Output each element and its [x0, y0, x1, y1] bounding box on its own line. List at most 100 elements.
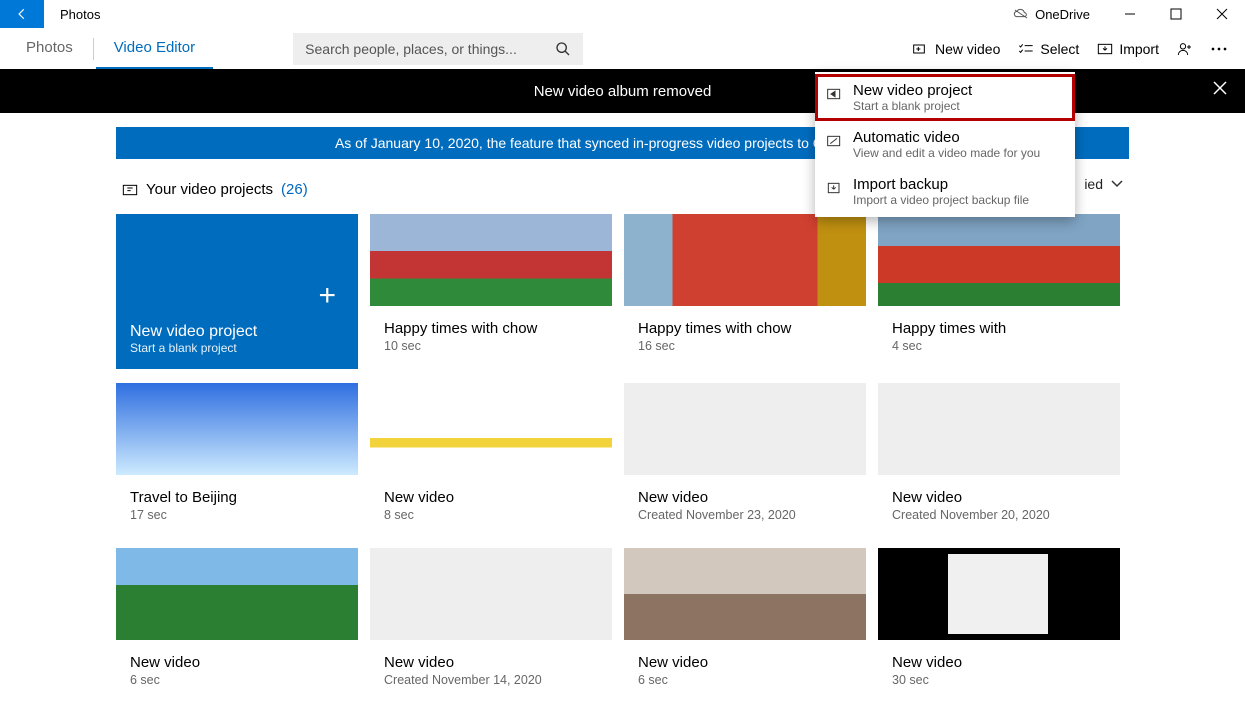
flyout-item-sub: Import a video project backup file: [853, 193, 1029, 207]
project-card[interactable]: New video Created November 23, 2020: [624, 383, 866, 534]
project-card[interactable]: Happy times with chow 16 sec: [624, 214, 866, 369]
chevron-down-icon: [1109, 176, 1125, 192]
card-subtitle: 17 sec: [130, 508, 344, 522]
flyout-item-sub: Start a blank project: [853, 99, 972, 113]
card-subtitle: 6 sec: [130, 673, 344, 687]
sort-label-tail: ied: [1084, 176, 1103, 192]
more-button[interactable]: [1211, 41, 1227, 57]
wand-icon: [827, 133, 843, 149]
import-button[interactable]: Import: [1097, 41, 1159, 57]
flyout-item-title: New video project: [853, 82, 972, 99]
search-icon: [555, 41, 571, 57]
thumbnail: [116, 548, 358, 640]
onedrive-status[interactable]: OneDrive: [1013, 6, 1090, 22]
card-title: New video: [384, 654, 598, 671]
import-file-icon: [827, 180, 843, 196]
person-plus-icon: [1177, 41, 1193, 57]
thumbnail: [624, 383, 866, 475]
onedrive-label: OneDrive: [1035, 7, 1090, 22]
card-title: Happy times with chow: [638, 320, 852, 337]
new-video-flyout: New video projectStart a blank project A…: [815, 72, 1075, 217]
card-title: New video: [384, 489, 598, 506]
search-input[interactable]: Search people, places, or things...: [293, 33, 583, 65]
card-subtitle: 4 sec: [892, 339, 1106, 353]
app-title: Photos: [60, 7, 100, 22]
flyout-item-sub: View and edit a video made for you: [853, 146, 1040, 160]
project-card[interactable]: New video 30 sec: [878, 548, 1120, 699]
card-subtitle: 30 sec: [892, 673, 1106, 687]
project-count: (26): [281, 181, 308, 198]
select-label: Select: [1040, 41, 1079, 57]
thumbnail: [370, 214, 612, 306]
card-subtitle: 6 sec: [638, 673, 852, 687]
project-card[interactable]: New video 8 sec: [370, 383, 612, 534]
card-subtitle: Created November 14, 2020: [384, 673, 598, 687]
notification-text: New video album removed: [534, 83, 712, 100]
notification-close[interactable]: [1213, 81, 1227, 99]
project-card[interactable]: Happy times with chow 10 sec: [370, 214, 612, 369]
thumbnail: [370, 383, 612, 475]
card-subtitle: 10 sec: [384, 339, 598, 353]
np-sub: Start a blank project: [130, 341, 344, 355]
card-title: Travel to Beijing: [130, 489, 344, 506]
project-card[interactable]: New video 6 sec: [116, 548, 358, 699]
project-card[interactable]: Happy times with 4 sec: [878, 214, 1120, 369]
project-grid: New video project Start a blank project …: [116, 214, 1129, 699]
new-project-tile[interactable]: New video project Start a blank project …: [116, 214, 358, 369]
tab-video-editor[interactable]: Video Editor: [96, 29, 213, 69]
cloud-off-icon: [1013, 6, 1029, 22]
thumbnail: [624, 214, 866, 306]
flyout-item-title: Automatic video: [853, 129, 1040, 146]
import-icon: [1097, 41, 1113, 57]
flyout-item-title: Import backup: [853, 176, 1029, 193]
close-button[interactable]: [1199, 0, 1245, 28]
back-button[interactable]: [0, 0, 44, 28]
project-card[interactable]: New video Created November 14, 2020: [370, 548, 612, 699]
tabs: Photos Video Editor: [8, 28, 213, 69]
card-title: New video: [892, 489, 1106, 506]
maximize-button[interactable]: [1153, 0, 1199, 28]
thumbnail: [370, 548, 612, 640]
card-title: New video: [638, 654, 852, 671]
card-title: New video: [892, 654, 1106, 671]
card-subtitle: 8 sec: [384, 508, 598, 522]
card-subtitle: 16 sec: [638, 339, 852, 353]
card-title: New video: [638, 489, 852, 506]
card-subtitle: Created November 23, 2020: [638, 508, 852, 522]
new-video-button[interactable]: New video: [913, 41, 1000, 57]
video-icon: [827, 86, 843, 102]
minimize-button[interactable]: [1107, 0, 1153, 28]
checklist-icon: [1018, 41, 1034, 57]
thumbnail: [116, 383, 358, 475]
plus-icon: +: [318, 279, 336, 313]
flyout-automatic-video[interactable]: Automatic videoView and edit a video mad…: [815, 121, 1075, 168]
video-plus-icon: [913, 41, 929, 57]
project-card[interactable]: New video 6 sec: [624, 548, 866, 699]
thumbnail: [878, 383, 1120, 475]
title-bar: Photos OneDrive: [0, 0, 1245, 28]
section-title: Your video projects: [146, 181, 273, 198]
tab-photos[interactable]: Photos: [8, 29, 91, 69]
flyout-new-video-project[interactable]: New video projectStart a blank project: [815, 74, 1075, 121]
import-label: Import: [1119, 41, 1159, 57]
project-card[interactable]: Travel to Beijing 17 sec: [116, 383, 358, 534]
card-title: Happy times with: [892, 320, 1106, 337]
project-card[interactable]: New video Created November 20, 2020: [878, 383, 1120, 534]
projects-icon: [122, 182, 138, 198]
ellipsis-icon: [1211, 41, 1227, 57]
tab-divider: [93, 38, 94, 60]
np-title: New video project: [130, 323, 344, 341]
window-controls: [1107, 0, 1245, 28]
select-button[interactable]: Select: [1018, 41, 1079, 57]
flyout-import-backup[interactable]: Import backupImport a video project back…: [815, 168, 1075, 215]
thumbnail: [878, 548, 1120, 640]
thumbnail: [878, 214, 1120, 306]
sort-dropdown[interactable]: ied: [1084, 176, 1125, 192]
card-subtitle: Created November 20, 2020: [892, 508, 1106, 522]
new-video-label: New video: [935, 41, 1000, 57]
card-title: New video: [130, 654, 344, 671]
search-placeholder: Search people, places, or things...: [305, 41, 517, 57]
sign-in-button[interactable]: [1177, 41, 1193, 57]
section-header: Your video projects (26): [122, 181, 1245, 198]
card-title: Happy times with chow: [384, 320, 598, 337]
